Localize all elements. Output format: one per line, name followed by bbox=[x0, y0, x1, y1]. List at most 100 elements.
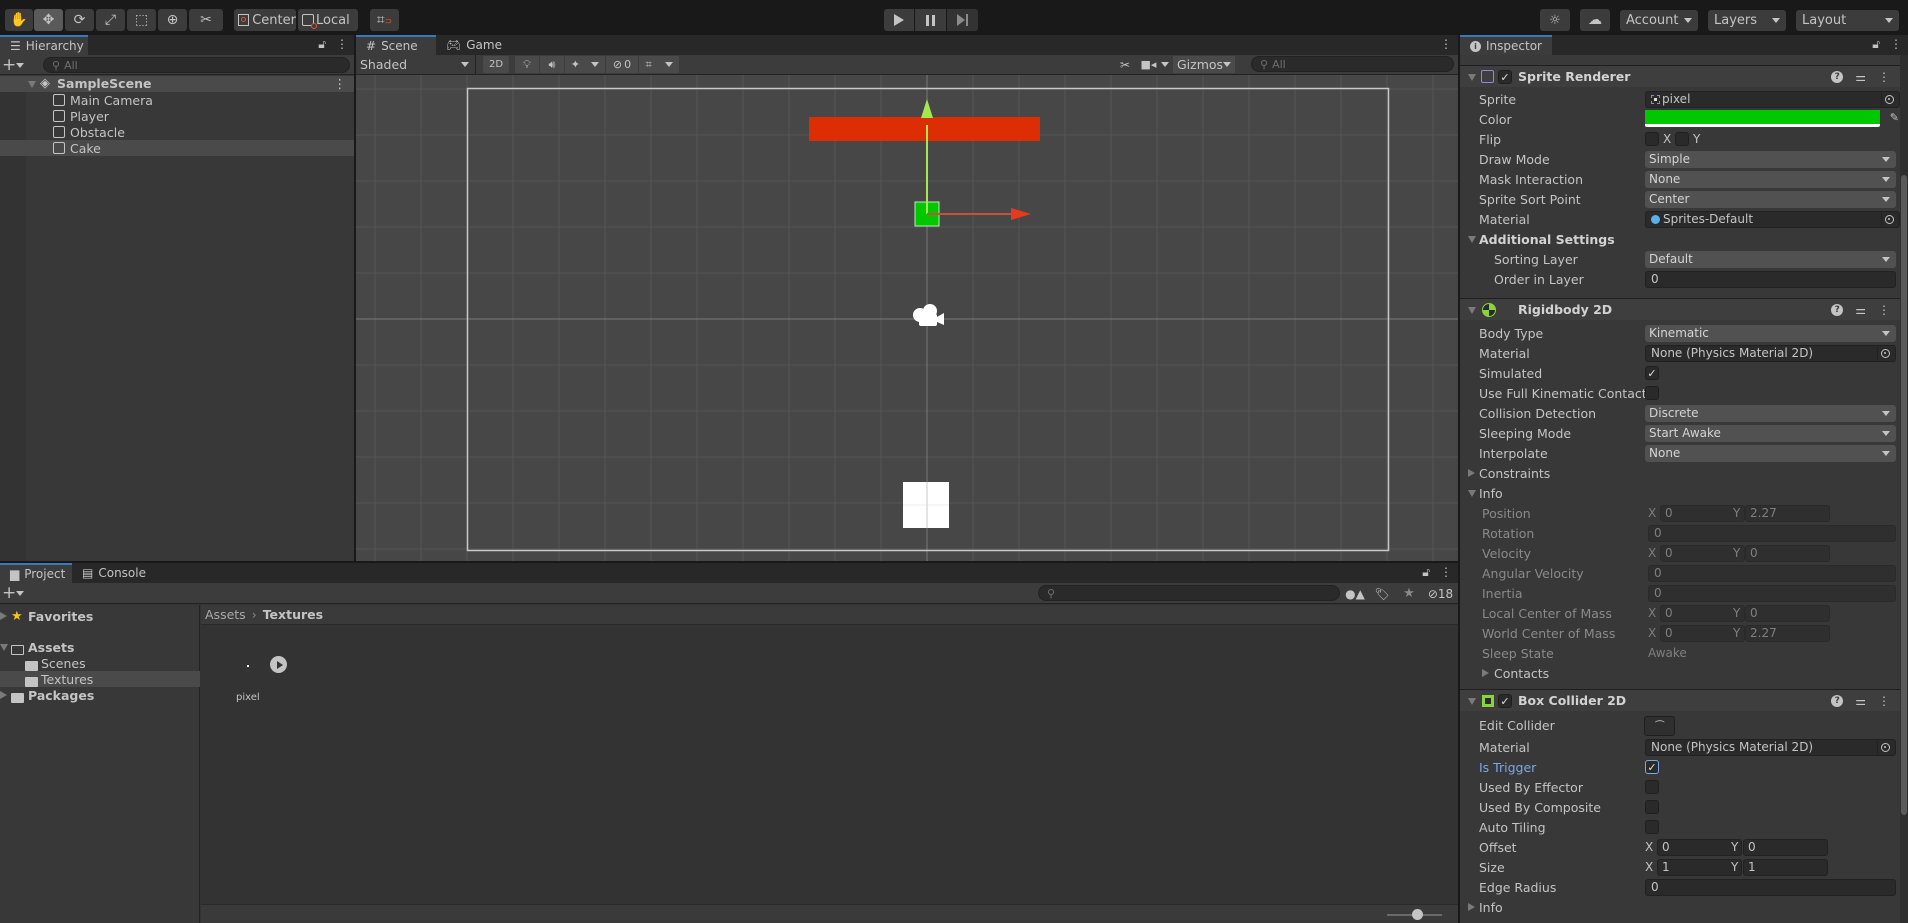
help-icon[interactable]: ? bbox=[1831, 694, 1844, 707]
account-dropdown[interactable]: Account bbox=[1620, 10, 1698, 31]
scene-search-input[interactable]: ⚲ All bbox=[1251, 56, 1454, 72]
tab-console[interactable]: ▤ Console bbox=[72, 563, 148, 583]
sprite-renderer-enabled-checkbox[interactable]: ✓ bbox=[1498, 70, 1512, 84]
bc-material-field[interactable]: None (Physics Material 2D) bbox=[1645, 738, 1896, 756]
tree-item-scenes[interactable]: Scenes bbox=[0, 655, 200, 671]
size-x-input[interactable]: X1 bbox=[1645, 858, 1742, 876]
auto-tiling-checkbox[interactable] bbox=[1645, 820, 1659, 834]
breadcrumb-textures[interactable]: Textures bbox=[263, 607, 323, 622]
effects-dropdown[interactable]: ✦ bbox=[565, 56, 605, 73]
additional-settings-row[interactable]: Additional Settings bbox=[1460, 229, 1908, 249]
sprite-field[interactable]: pixel bbox=[1645, 90, 1900, 108]
more-options-icon[interactable]: ⋮ bbox=[1440, 37, 1452, 51]
breadcrumb-assets[interactable]: Assets bbox=[205, 607, 246, 622]
collapse-triangle-icon[interactable] bbox=[1468, 698, 1476, 705]
more-options-icon[interactable]: ⋮ bbox=[1878, 70, 1890, 84]
used-by-composite-checkbox[interactable] bbox=[1645, 800, 1659, 814]
presets-icon[interactable]: ⚌ bbox=[1855, 694, 1866, 708]
edit-collider-button[interactable]: ⏜ bbox=[1644, 716, 1675, 736]
rb-info-row[interactable]: Info bbox=[1460, 483, 1908, 503]
add-icon[interactable]: + bbox=[2, 55, 16, 75]
collapse-triangle-icon[interactable] bbox=[1468, 236, 1476, 243]
flip-y-checkbox[interactable] bbox=[1675, 132, 1689, 146]
hidden-packages-toggle[interactable]: ⊘ 18 bbox=[1423, 584, 1458, 603]
hand-tool-button[interactable]: ✋ bbox=[5, 9, 33, 31]
grid-toggle[interactable]: ⌗ bbox=[639, 56, 679, 73]
list-item-selected[interactable]: Cake bbox=[0, 140, 354, 156]
cloud-button[interactable]: ☁ bbox=[1580, 9, 1610, 31]
rotate-tool-button[interactable]: ⟳ bbox=[65, 9, 94, 31]
box-collider-enabled-checkbox[interactable]: ✓ bbox=[1498, 694, 1512, 708]
layers-dropdown[interactable]: Layers bbox=[1708, 10, 1786, 31]
body-type-dropdown[interactable]: Kinematic bbox=[1645, 324, 1896, 342]
constraints-row[interactable]: Constraints bbox=[1460, 463, 1908, 483]
custom-tool-button[interactable]: ✂ bbox=[189, 9, 223, 31]
offset-x-input[interactable]: X0 bbox=[1645, 838, 1742, 856]
expand-triangle-icon[interactable] bbox=[0, 644, 8, 651]
lock-icon[interactable]: 🔓︎ bbox=[1422, 565, 1430, 580]
expand-triangle-icon[interactable] bbox=[1482, 669, 1489, 677]
add-icon[interactable]: + bbox=[2, 583, 16, 603]
camera-settings-dropdown[interactable]: ■◂ bbox=[1138, 56, 1172, 73]
tab-game[interactable]: 🎮︎ Game bbox=[436, 35, 502, 55]
grid-snap-button[interactable]: ⌗⊃ bbox=[370, 9, 399, 31]
more-options-icon[interactable]: ⋮ bbox=[1440, 565, 1452, 580]
presets-icon[interactable]: ⚌ bbox=[1855, 70, 1866, 84]
audio-toggle[interactable]: 🔊︎ bbox=[540, 56, 564, 73]
tab-inspector[interactable]: i Inspector bbox=[1460, 35, 1552, 55]
layout-dropdown[interactable]: Layout bbox=[1796, 10, 1899, 31]
object-picker-icon[interactable] bbox=[1881, 212, 1897, 226]
tab-hierarchy[interactable]: ☰ Hierarchy bbox=[0, 35, 88, 55]
rigidbody-header[interactable]: Rigidbody 2D ? ⚌ ⋮ bbox=[1460, 298, 1900, 320]
scene-canvas[interactable] bbox=[356, 75, 1458, 561]
rb-material-field[interactable]: None (Physics Material 2D) bbox=[1645, 344, 1896, 362]
flip-x-checkbox[interactable] bbox=[1645, 132, 1659, 146]
offset-y-input[interactable]: Y0 bbox=[1731, 838, 1828, 856]
material-field[interactable]: Sprites-Default bbox=[1645, 210, 1900, 228]
shading-mode-dropdown[interactable]: Shaded bbox=[356, 55, 476, 74]
draw-mode-dropdown[interactable]: Simple bbox=[1645, 150, 1896, 168]
bc-info-row[interactable]: Info bbox=[1460, 897, 1908, 917]
object-picker-icon[interactable] bbox=[1877, 346, 1893, 360]
edge-radius-input[interactable]: 0 bbox=[1645, 878, 1896, 896]
more-options-icon[interactable]: ⋮ bbox=[1878, 694, 1890, 708]
collapse-triangle-icon[interactable] bbox=[1468, 74, 1476, 81]
tools-overlay-button[interactable]: ✂ bbox=[1113, 56, 1137, 73]
color-swatch[interactable] bbox=[1645, 110, 1880, 127]
collision-detection-dropdown[interactable]: Discrete bbox=[1645, 404, 1896, 422]
order-in-layer-input[interactable]: 0 bbox=[1645, 270, 1896, 288]
transform-tool-button[interactable]: ⊕ bbox=[158, 9, 187, 31]
sort-point-dropdown[interactable]: Center bbox=[1645, 190, 1896, 208]
sprite-renderer-header[interactable]: ✓ Sprite Renderer ? ⚌ ⋮ bbox=[1460, 65, 1900, 87]
chevron-down-icon[interactable] bbox=[16, 591, 24, 596]
favorite-button[interactable]: ★ bbox=[1396, 584, 1422, 603]
play-preview-icon[interactable] bbox=[270, 656, 287, 673]
object-picker-icon[interactable] bbox=[1877, 740, 1893, 754]
project-search-input[interactable]: ⚲ bbox=[1038, 585, 1340, 601]
step-button[interactable] bbox=[947, 9, 978, 31]
play-button[interactable] bbox=[884, 9, 914, 31]
list-item[interactable]: Main Camera bbox=[26, 92, 354, 108]
services-button[interactable]: ☼ bbox=[1540, 9, 1570, 31]
collapse-triangle-icon[interactable] bbox=[1468, 307, 1476, 314]
scene-row[interactable]: ◈ SampleScene ⋮ bbox=[0, 76, 354, 92]
tree-item-packages[interactable]: Packages bbox=[0, 687, 200, 703]
hierarchy-search-input[interactable]: ⚲ All bbox=[43, 57, 350, 73]
simulated-checkbox[interactable]: ✓ bbox=[1645, 366, 1659, 380]
scale-tool-button[interactable]: ⤢ bbox=[96, 9, 125, 31]
is-trigger-checkbox[interactable]: ✓ bbox=[1645, 760, 1659, 774]
tab-scene[interactable]: # Scene bbox=[356, 35, 436, 55]
sorting-layer-dropdown[interactable]: Default bbox=[1645, 250, 1896, 268]
more-options-icon[interactable]: ⋮ bbox=[336, 37, 348, 52]
more-options-icon[interactable]: ⋮ bbox=[1878, 303, 1890, 317]
expand-triangle-icon[interactable] bbox=[28, 81, 36, 88]
full-kinematic-checkbox[interactable] bbox=[1645, 386, 1659, 400]
contacts-row[interactable]: Contacts bbox=[1460, 663, 1908, 683]
sleeping-mode-dropdown[interactable]: Start Awake bbox=[1645, 424, 1896, 442]
expand-triangle-icon[interactable] bbox=[0, 691, 7, 699]
scene-viewport[interactable] bbox=[356, 75, 1458, 561]
more-options-icon[interactable]: ⋮ bbox=[1890, 37, 1902, 52]
2d-mode-toggle[interactable]: 2D bbox=[483, 56, 509, 73]
collapse-triangle-icon[interactable] bbox=[1468, 490, 1476, 497]
hidden-objects-toggle[interactable]: ⊘ 0 bbox=[606, 56, 638, 73]
